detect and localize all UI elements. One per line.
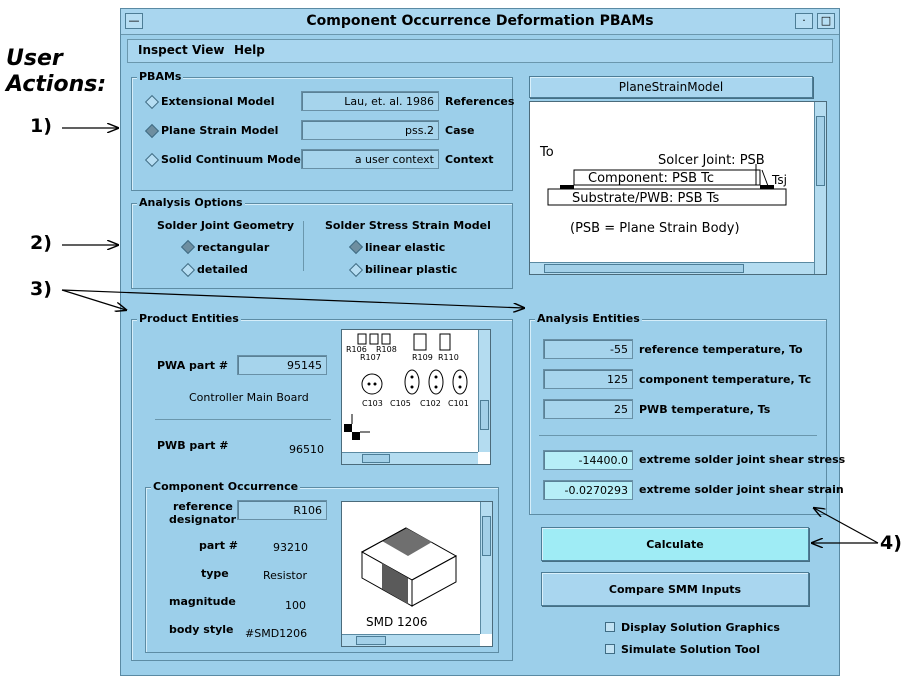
annotation-arrows [61, 0, 879, 684]
arrow-step-3a [61, 289, 126, 310]
arrow-step-3b [61, 289, 524, 308]
arrow-step-4a [814, 508, 879, 544]
